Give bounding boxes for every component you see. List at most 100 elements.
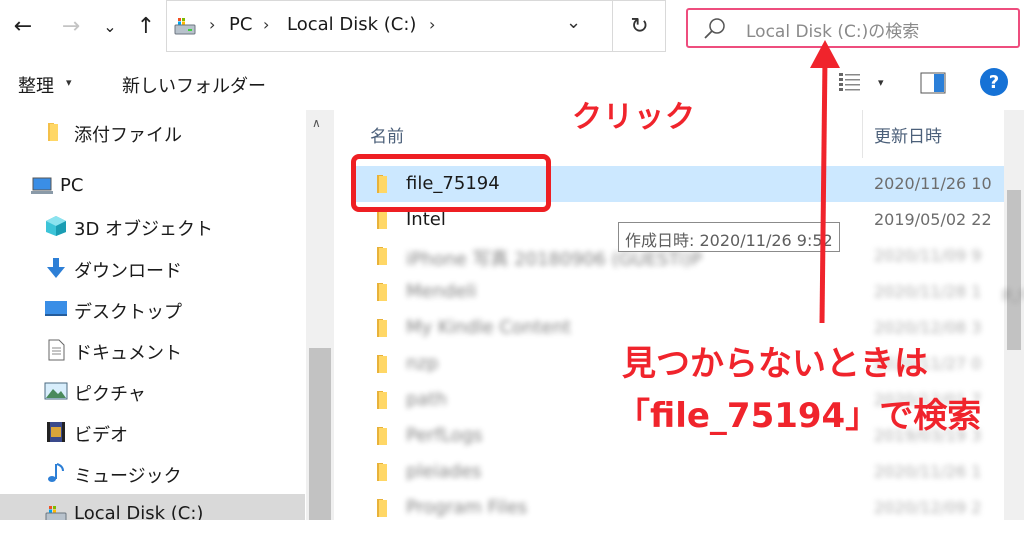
refresh-button[interactable]: ↻: [612, 0, 666, 52]
highlight-box: [351, 154, 551, 212]
forward-arrow-icon: →: [61, 13, 81, 39]
sidebar-item-music[interactable]: ミュージック: [0, 453, 305, 493]
preview-pane-icon[interactable]: [920, 72, 946, 94]
file-date: 2019/05/02 22: [874, 210, 992, 229]
download-icon: [47, 258, 65, 278]
sidebar-item-label: ピクチャ: [74, 384, 146, 405]
sidebar-item-pc[interactable]: PC: [0, 166, 305, 206]
sidebar-item-label: デスクトップ: [74, 302, 182, 323]
annotation-hint-line1: 見つからないときは: [622, 344, 928, 384]
search-icon: [704, 18, 725, 39]
breadcrumb-pc[interactable]: PC: [229, 14, 252, 35]
folder-icon: [377, 499, 387, 517]
sidebar-item-label: ビデオ: [74, 425, 128, 446]
chevron-down-icon: ⌄: [103, 16, 117, 36]
help-button[interactable]: ?: [980, 68, 1008, 96]
forward-button[interactable]: →: [56, 10, 86, 42]
navigation-pane: 添付ファイル PC 3D オブジェクト ダウンロード デスクトップ ドキュメント…: [0, 110, 334, 520]
sidebar-item-label: 添付ファイル: [74, 125, 182, 146]
video-icon: [47, 422, 65, 442]
chevron-down-icon[interactable]: ▾: [878, 76, 884, 89]
folder-icon: [377, 427, 387, 445]
annotation-arrow-icon: [810, 40, 840, 324]
picture-icon: [44, 382, 68, 400]
address-bar[interactable]: › PC › Local Disk (C:) ›: [166, 0, 666, 52]
navigation-scrollbar[interactable]: ∧: [306, 110, 334, 520]
sidebar-item-3d-objects[interactable]: 3D オブジェクト: [0, 206, 305, 246]
address-dropdown-button[interactable]: ⌄: [566, 12, 581, 33]
back-arrow-icon: ←: [13, 13, 33, 39]
sidebar-item-pictures[interactable]: ピクチャ: [0, 371, 305, 411]
breadcrumb-separator: ›: [429, 15, 436, 34]
column-divider[interactable]: [862, 110, 863, 158]
file-name: path: [406, 389, 447, 410]
file-date: 2020/12/08 3: [874, 318, 982, 337]
truncated-text: p_c: [1002, 284, 1024, 302]
table-row[interactable]: Mendeli 2020/11/28 1: [354, 274, 1004, 310]
sidebar-item-desktop[interactable]: デスクトップ: [0, 289, 305, 329]
document-icon: [48, 339, 65, 361]
file-list-scrollbar[interactable]: [1004, 110, 1024, 520]
up-arrow-icon: ↑: [136, 13, 156, 39]
up-button[interactable]: ↑: [132, 10, 160, 42]
annotation-click: クリック: [572, 100, 696, 135]
address-bar-area: ← → ⌄ ↑ › PC › Local Disk (C:) › ⌄ ↻ Loc…: [0, 0, 1024, 54]
scrollbar-thumb[interactable]: [309, 348, 331, 520]
sidebar-item-label: Local Disk (C:): [74, 503, 204, 520]
file-name: PerfLogs: [406, 425, 483, 446]
sidebar-item-label: ドキュメント: [74, 343, 182, 364]
breadcrumb-separator: ›: [263, 15, 270, 34]
file-date: 2020/11/26 10: [874, 174, 992, 193]
breadcrumb-separator: ›: [209, 15, 216, 34]
folder-icon: [377, 319, 387, 337]
table-row[interactable]: Program Files 2020/12/09 2: [354, 490, 1004, 520]
sidebar-item-label: ミュージック: [74, 466, 182, 487]
folder-icon: [377, 247, 387, 265]
new-folder-button[interactable]: 新しいフォルダー: [122, 72, 266, 98]
refresh-icon: ↻: [630, 13, 649, 39]
drive-icon: [45, 506, 67, 520]
chevron-down-icon: ▾: [66, 76, 72, 89]
organize-button[interactable]: 整理: [18, 72, 54, 98]
bottom-strip: [0, 520, 1024, 548]
file-name: Program Files: [406, 497, 528, 518]
folder-icon: [377, 463, 387, 481]
table-row[interactable]: pleiades 2020/11/26 1: [354, 454, 1004, 490]
file-date: 2020/11/26 1: [874, 462, 982, 481]
music-icon: [48, 463, 64, 482]
folder-icon: [377, 355, 387, 373]
file-name: Intel: [406, 209, 446, 230]
column-header-name[interactable]: 名前: [370, 122, 404, 147]
sidebar-item-local-disk[interactable]: Local Disk (C:): [0, 494, 305, 520]
drive-icon: [174, 18, 196, 35]
folder-icon: [377, 391, 387, 409]
sidebar-item-attachments[interactable]: 添付ファイル: [0, 112, 305, 152]
column-header-date-modified[interactable]: 更新日時: [874, 122, 942, 147]
help-icon: ?: [988, 71, 1000, 93]
sidebar-item-videos[interactable]: ビデオ: [0, 412, 305, 452]
scrollbar-thumb[interactable]: [1007, 190, 1021, 350]
sidebar-item-label: PC: [60, 175, 84, 196]
file-date: 2020/11/28 1: [874, 282, 982, 301]
file-name: My Kindle Content: [406, 317, 571, 338]
chevron-down-icon: ⌄: [566, 12, 582, 33]
annotation-hint-line2: 「file_75194」で検索: [616, 396, 982, 436]
folder-icon: [377, 211, 387, 229]
search-box[interactable]: Local Disk (C:)の検索: [686, 8, 1020, 48]
file-name: nzp: [406, 353, 439, 374]
file-date: 2020/12/09 2: [874, 498, 982, 517]
sidebar-item-documents[interactable]: ドキュメント: [0, 330, 305, 370]
computer-icon: [31, 177, 53, 194]
cube-icon: [46, 216, 66, 236]
file-name: pleiades: [406, 461, 482, 482]
folder-icon: [377, 283, 387, 301]
scroll-up-icon[interactable]: ∧: [312, 116, 321, 130]
folder-icon: [48, 123, 58, 141]
recent-locations-button[interactable]: ⌄: [100, 10, 120, 42]
sidebar-item-label: ダウンロード: [74, 261, 182, 282]
back-button[interactable]: ←: [8, 10, 38, 42]
breadcrumb-local-disk[interactable]: Local Disk (C:): [287, 14, 416, 35]
desktop-icon: [45, 301, 67, 316]
sidebar-item-label: 3D オブジェクト: [74, 219, 214, 240]
sidebar-item-downloads[interactable]: ダウンロード: [0, 248, 305, 288]
